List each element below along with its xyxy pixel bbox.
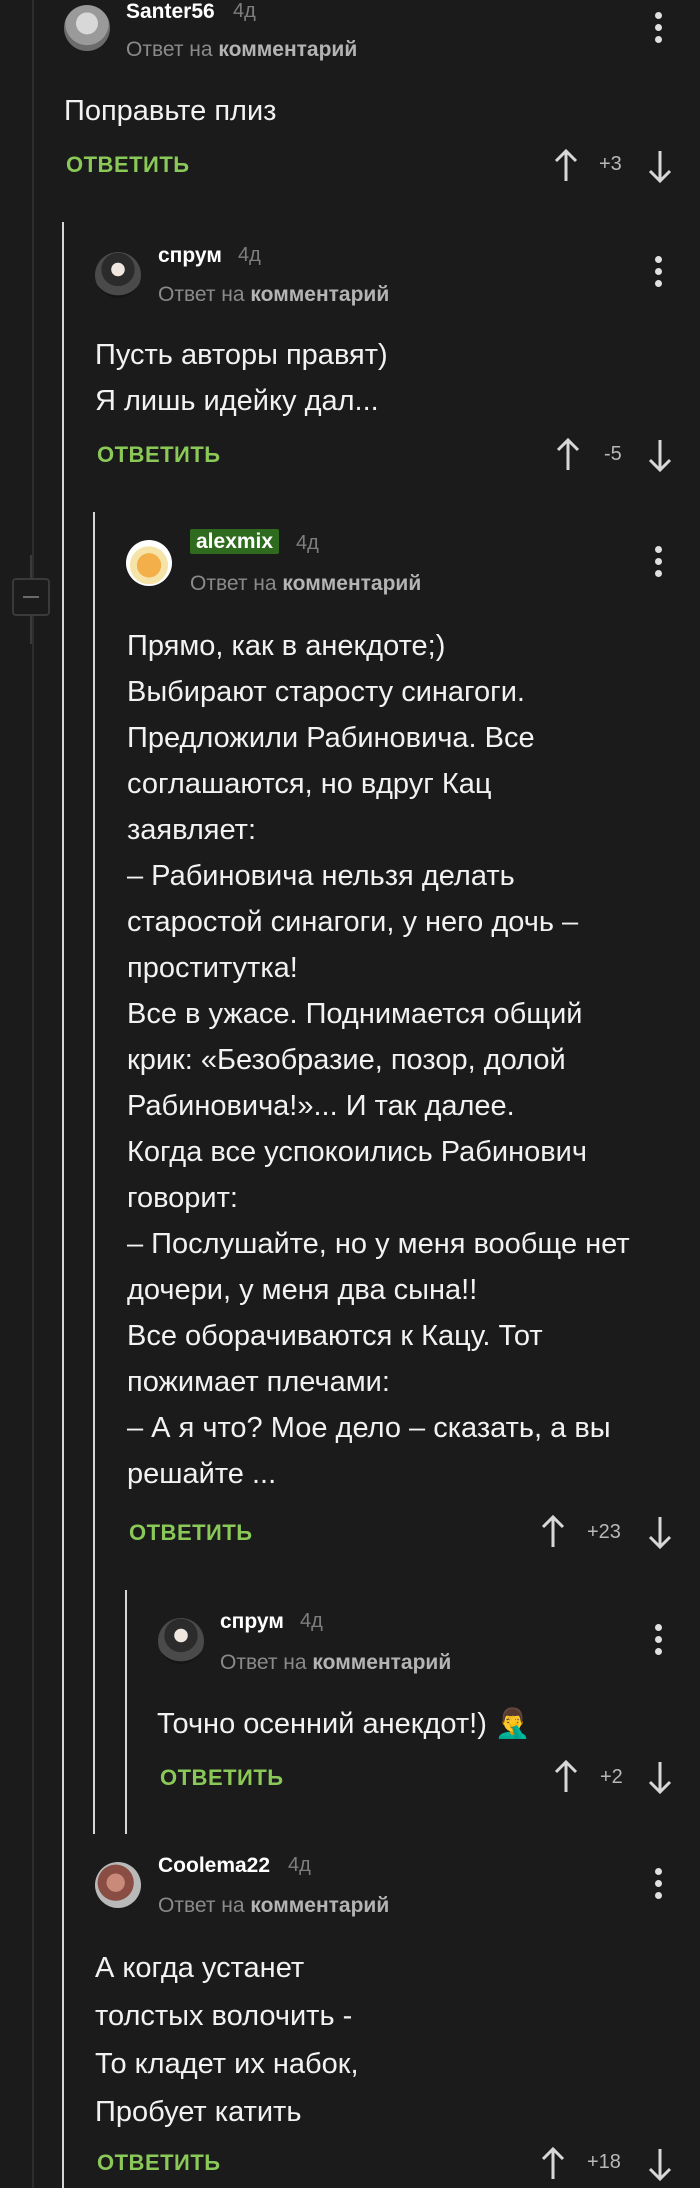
kebab-menu-icon[interactable] bbox=[655, 1868, 663, 1902]
thread-line bbox=[32, 0, 34, 2188]
comment-rating: +23 bbox=[587, 1521, 621, 1543]
comment-time: 4д bbox=[233, 0, 256, 22]
comment-author[interactable]: спрум bbox=[158, 244, 222, 268]
reply-to: Ответ на комментарий bbox=[158, 1894, 389, 1918]
collapse-stem bbox=[30, 555, 32, 579]
comment-text: Точно осенний анекдот!) 🤦‍♂️ bbox=[157, 1708, 532, 1740]
reply-button[interactable]: ОТВЕТИТЬ bbox=[97, 442, 221, 468]
avatar[interactable] bbox=[95, 1862, 141, 1908]
kebab-menu-icon[interactable] bbox=[655, 256, 663, 290]
thread-line bbox=[125, 1590, 127, 1834]
upvote-arrow-icon[interactable] bbox=[540, 1514, 566, 1550]
reply-prefix: Ответ на bbox=[158, 283, 251, 306]
comment-rating: -5 bbox=[604, 443, 622, 465]
upvote-arrow-icon[interactable] bbox=[540, 2146, 566, 2182]
reply-link[interactable]: комментарий bbox=[250, 283, 389, 306]
reply-button[interactable]: ОТВЕТИТЬ bbox=[97, 2150, 221, 2176]
upvote-arrow-icon[interactable] bbox=[553, 148, 579, 184]
reply-link[interactable]: комментарий bbox=[218, 38, 357, 61]
comment-author[interactable]: alexmix bbox=[190, 529, 280, 554]
reply-link[interactable]: комментарий bbox=[312, 1651, 451, 1674]
collapse-stem bbox=[30, 616, 32, 644]
comment-text: Прямо, как в анекдоте;) Выбирают старост… bbox=[127, 630, 630, 1490]
comment-time: 4д bbox=[238, 244, 261, 266]
upvote-arrow-icon[interactable] bbox=[555, 437, 581, 473]
comment-time: 4д bbox=[288, 1854, 311, 1876]
collapse-thread-icon[interactable] bbox=[12, 578, 50, 616]
reply-to: Ответ на комментарий bbox=[158, 283, 389, 307]
username-badge[interactable]: alexmix bbox=[190, 529, 280, 554]
comment-time: 4д bbox=[300, 1610, 323, 1632]
reply-button[interactable]: ОТВЕТИТЬ bbox=[129, 1520, 253, 1546]
reply-to: Ответ на комментарий bbox=[126, 38, 357, 62]
avatar[interactable] bbox=[95, 252, 141, 298]
upvote-arrow-icon[interactable] bbox=[553, 1759, 579, 1795]
kebab-menu-icon[interactable] bbox=[655, 546, 663, 580]
comment-text: А когда устанет толстых волочить - То кл… bbox=[95, 1952, 359, 2128]
avatar[interactable] bbox=[64, 5, 110, 51]
reply-prefix: Ответ на bbox=[190, 572, 283, 595]
downvote-arrow-icon[interactable] bbox=[647, 2146, 673, 2182]
reply-button[interactable]: ОТВЕТИТЬ bbox=[160, 1765, 284, 1791]
comment-rating: +18 bbox=[587, 2151, 621, 2173]
reply-link[interactable]: комментарий bbox=[250, 1894, 389, 1917]
reply-button[interactable]: ОТВЕТИТЬ bbox=[66, 152, 190, 178]
comment-author[interactable]: Coolema22 bbox=[158, 1854, 270, 1878]
reply-to: Ответ на комментарий bbox=[220, 1651, 451, 1675]
comment-text: Пусть авторы правят) Я лишь идейку дал..… bbox=[95, 339, 388, 417]
comment-time: 4д bbox=[296, 532, 319, 554]
avatar[interactable] bbox=[158, 1618, 204, 1664]
downvote-arrow-icon[interactable] bbox=[647, 148, 673, 184]
reply-prefix: Ответ на bbox=[126, 38, 219, 61]
reply-prefix: Ответ на bbox=[158, 1894, 251, 1917]
kebab-menu-icon[interactable] bbox=[655, 12, 663, 46]
comment-author[interactable]: Santer56 bbox=[126, 0, 215, 24]
thread-line bbox=[93, 512, 95, 1834]
comment-text: Поправьте плиз bbox=[64, 95, 277, 127]
downvote-arrow-icon[interactable] bbox=[647, 1514, 673, 1550]
reply-link[interactable]: комментарий bbox=[282, 572, 421, 595]
thread-line bbox=[62, 222, 64, 2188]
avatar[interactable] bbox=[126, 540, 172, 586]
reply-prefix: Ответ на bbox=[220, 1651, 313, 1674]
comment-rating: +3 bbox=[599, 153, 622, 175]
downvote-arrow-icon[interactable] bbox=[647, 1759, 673, 1795]
downvote-arrow-icon[interactable] bbox=[647, 437, 673, 473]
comment-author[interactable]: спрум bbox=[220, 1610, 284, 1634]
kebab-menu-icon[interactable] bbox=[655, 1624, 663, 1658]
reply-to: Ответ на комментарий bbox=[190, 572, 421, 596]
comment-rating: +2 bbox=[600, 1766, 623, 1788]
